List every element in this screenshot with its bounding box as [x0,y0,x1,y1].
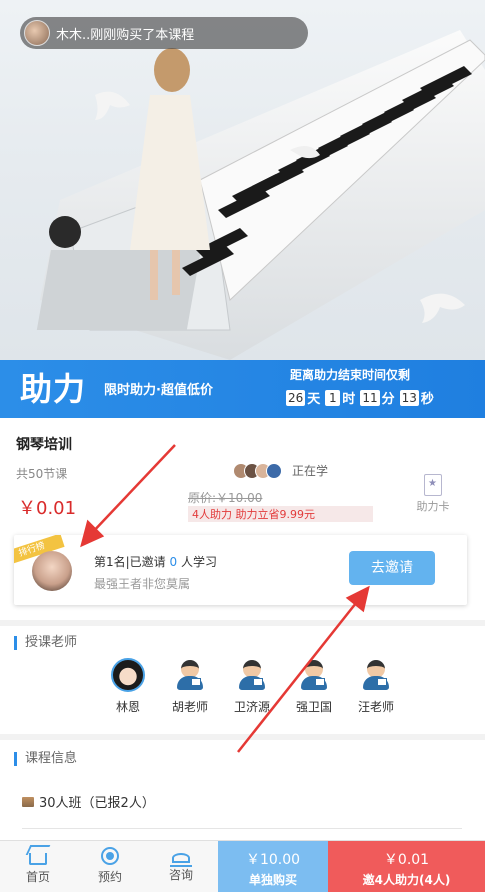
original-price: 原价:￥10.00 [188,491,263,505]
course-title: 钢琴培训 [16,437,72,453]
teacher-item[interactable]: 强卫国 [283,658,345,715]
promo-subtitle: 限时助力·超值低价 [104,383,213,398]
assist-card-icon [424,474,442,496]
buyer-avatar [24,20,50,46]
minutes-unit: 分 [381,392,395,407]
teacher-item[interactable]: 林恩 [97,658,159,715]
countdown-hours: 1 [325,389,341,406]
countdown-minutes: 11 [360,389,380,406]
teacher-list: 林恩 胡老师 卫济源 强卫国 汪老师 [97,658,407,715]
nav-booking-label: 预约 [97,870,122,884]
divider [22,828,462,829]
learner-avatar [266,462,282,479]
teachers-heading: 授课老师 [14,636,77,650]
recent-purchase-toast: 木木..刚刚购买了本课程 [20,17,308,49]
ranking-prefix: 第1名|已邀请 [94,555,170,569]
user-avatar [32,551,72,591]
ranking-card: 排行榜 第1名|已邀请 0 人学习 最强王者非您莫属 去邀请 [14,535,467,605]
learners-label: 正在学 [292,464,329,478]
teacher-avatar [297,658,331,692]
teacher-name: 卫济源 [233,700,270,714]
teacher-avatar [235,658,269,692]
teacher-item[interactable]: 卫济源 [221,658,283,715]
hero-banner-image: 木木..刚刚购买了本课程 [0,0,485,360]
ranking-status: 第1名|已邀请 0 人学习 [94,553,217,570]
current-learners: 正在学 [233,462,328,479]
teacher-avatar [359,658,393,692]
seconds-unit: 秒 [420,392,434,407]
teacher-avatar [111,658,145,692]
teacher-name: 强卫国 [295,700,332,714]
lesson-count: 共50节课 [16,467,68,481]
teacher-avatar [173,658,207,692]
days-unit: 天 [307,392,321,407]
consult-icon [170,853,192,867]
teacher-name: 胡老师 [171,700,208,714]
single-price: ￥10.00 [245,852,301,868]
invited-count: 0 [169,555,178,569]
teacher-item[interactable]: 汪老师 [345,658,407,715]
nav-booking[interactable]: 预约 [85,847,135,885]
ranking-suffix: 人学习 [177,555,217,569]
teacher-item[interactable]: 胡老师 [159,658,221,715]
booking-icon [101,847,119,865]
hours-unit: 时 [342,392,356,407]
class-icon [22,796,34,807]
teacher-name: 汪老师 [357,700,394,714]
teacher-name: 林恩 [115,700,140,714]
course-info-heading: 课程信息 [14,752,77,766]
countdown-seconds: 13 [399,389,419,406]
bottom-action-bar: 首页 预约 咨询 ￥10.00 单独购买 ￥0.01 邀4人助力(4人) [0,840,485,892]
class-size-text: 30人班（已报2人） [39,796,155,811]
nav-consult-label: 咨询 [168,868,193,882]
class-size: 30人班（已报2人） [22,792,155,811]
course-info-panel: 钢琴培训 共50节课 ￥0.01 正在学 原价:￥10.00 4人助力 助力立省… [0,418,485,620]
assist-savings-note: 4人助力 助力立省9.99元 [188,506,373,522]
single-label: 单独购买 [248,873,297,887]
assist-card-label: 助力卡 [416,500,450,513]
teachers-section: 授课老师 林恩 胡老师 卫济源 强卫国 汪老师 [0,626,485,734]
group-price: ￥0.01 [383,852,430,868]
countdown-label: 距离助力结束时间仅剩 [290,368,411,382]
countdown-days: 26 [286,389,306,406]
group-label: 邀4人助力(4人) [362,873,451,887]
nav-consult[interactable]: 咨询 [156,847,206,883]
promo-title: 助力 [20,370,87,408]
toast-text: 木木..刚刚购买了本课程 [56,27,195,43]
nav-home-label: 首页 [25,870,50,884]
piano-illustration [36,30,485,360]
course-details-section: 课程信息 30人班（已报2人） [0,740,485,840]
assist-price: ￥0.01 [18,498,77,519]
ranking-slogan: 最强王者非您莫属 [94,577,191,591]
assist-card-button[interactable]: 助力卡 [413,474,453,514]
group-assist-button[interactable]: ￥0.01 邀4人助力(4人) [328,841,485,892]
countdown-timer: 26 天 1 时 11 分 13 秒 [286,388,439,407]
assist-promo-banner: 助力 限时助力·超值低价 距离助力结束时间仅剩 26 天 1 时 11 分 13… [0,360,485,418]
nav-home[interactable]: 首页 [13,847,63,885]
home-icon [29,853,47,865]
invite-button[interactable]: 去邀请 [349,551,435,585]
buy-single-button[interactable]: ￥10.00 单独购买 [218,841,328,892]
